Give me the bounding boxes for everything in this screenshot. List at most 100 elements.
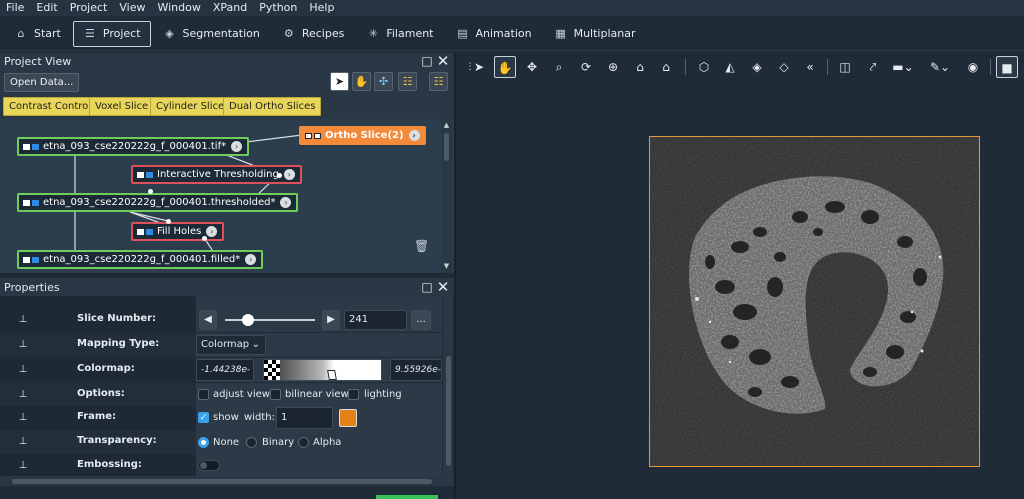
- node-thresholded[interactable]: etna_093_cse220222g_f_000401.thresholded…: [17, 193, 299, 212]
- visibility-toggle-icon[interactable]: [23, 199, 30, 206]
- menu-window[interactable]: Window: [151, 0, 206, 16]
- cylinder-slice-button[interactable]: Cylinder Slice: [150, 97, 231, 116]
- slice-number-field[interactable]: 241: [344, 310, 407, 330]
- menu-project[interactable]: Project: [64, 0, 114, 16]
- pin-icon[interactable]: ⊥: [18, 338, 28, 351]
- chevron-right-icon[interactable]: ›: [283, 169, 295, 180]
- tab-multiplanar[interactable]: ▦ Multiplanar: [544, 21, 646, 47]
- transparency-alpha-radio[interactable]: [298, 437, 309, 448]
- visibility-toggle-icon[interactable]: [137, 171, 144, 178]
- voxel-slice-button[interactable]: Voxel Slice: [89, 97, 155, 116]
- set-home-icon[interactable]: ⌂: [655, 56, 677, 78]
- pin-icon[interactable]: ⊥: [18, 411, 28, 424]
- visibility-toggle-icon[interactable]: [23, 143, 30, 150]
- node-fill-holes[interactable]: Fill Holes ›: [131, 222, 225, 241]
- connection-port[interactable]: [148, 189, 153, 194]
- lighting-checkbox[interactable]: [348, 389, 359, 400]
- view-yz-icon[interactable]: ◇: [773, 56, 795, 78]
- slice-more-button[interactable]: ...: [411, 310, 431, 330]
- slice-slider-track[interactable]: [225, 319, 315, 321]
- open-data-button[interactable]: Open Data...: [4, 73, 80, 92]
- colormap-max-field[interactable]: 9.55926e-4: [390, 359, 442, 381]
- select-pointer-icon[interactable]: ➤: [330, 72, 349, 91]
- float-panel-icon[interactable]: □: [420, 54, 434, 68]
- scroll-down-icon[interactable]: ▼: [442, 262, 451, 271]
- tree-view-icon[interactable]: ☷: [398, 72, 417, 91]
- close-icon[interactable]: ✕: [436, 54, 450, 69]
- contrast-control-button[interactable]: Contrast Control: [3, 97, 98, 116]
- tab-segmentation[interactable]: ◈ Segmentation: [153, 21, 270, 47]
- pin-icon[interactable]: ⊥: [18, 388, 28, 401]
- scrollbar-thumb[interactable]: [12, 479, 432, 484]
- trash-icon[interactable]: 🗑: [414, 239, 429, 253]
- rotate-view-icon[interactable]: «: [799, 56, 821, 78]
- menu-xpand[interactable]: XPand: [207, 0, 253, 16]
- view-xz-icon[interactable]: ◈: [746, 56, 768, 78]
- menu-help[interactable]: Help: [303, 0, 340, 16]
- tab-recipes[interactable]: ⚙ Recipes: [272, 21, 355, 47]
- tab-start[interactable]: ⌂ Start: [4, 21, 71, 47]
- create-object-icon[interactable]: ✣: [374, 72, 393, 91]
- slice-slider-handle[interactable]: [241, 314, 254, 326]
- output-port[interactable]: [202, 236, 207, 241]
- close-icon[interactable]: ✕: [436, 280, 450, 295]
- embossing-toggle[interactable]: [198, 460, 220, 471]
- chevron-right-icon[interactable]: ›: [231, 141, 243, 152]
- scrollbar-thumb[interactable]: [446, 356, 451, 466]
- transparency-none-radio[interactable]: [198, 437, 209, 448]
- snapshot-icon[interactable]: ◉: [962, 56, 984, 78]
- menu-python[interactable]: Python: [253, 0, 303, 16]
- pin-icon[interactable]: ⊥: [18, 313, 28, 326]
- zoom-icon[interactable]: ⌕: [548, 56, 570, 78]
- home-view-icon[interactable]: ⌂: [629, 56, 651, 78]
- menu-file[interactable]: File: [0, 0, 30, 16]
- dual-ortho-slices-button[interactable]: Dual Ortho Slices: [223, 97, 322, 116]
- colormap-min-field[interactable]: -1.44238e-4: [196, 359, 254, 395]
- viewer-3d[interactable]: [456, 82, 1024, 499]
- bilinear-view-checkbox[interactable]: [270, 389, 281, 400]
- node-tif[interactable]: etna_093_cse220222g_f_000401.tif* ›: [17, 137, 250, 156]
- slice-prev-button[interactable]: ◀: [199, 310, 217, 330]
- chevron-right-icon[interactable]: ›: [280, 197, 292, 208]
- graph-scrollbar[interactable]: ▲ ▼: [441, 119, 452, 273]
- layout-icon[interactable]: ☷: [429, 72, 448, 91]
- project-graph[interactable]: etna_093_cse220222g_f_000401.tif* › Orth…: [0, 119, 454, 273]
- properties-scrollbar[interactable]: [443, 296, 453, 476]
- chevron-right-icon[interactable]: ›: [245, 254, 257, 265]
- chevron-right-icon[interactable]: ›: [206, 226, 218, 237]
- properties-horizontal-scrollbar[interactable]: [0, 476, 454, 486]
- translate-icon[interactable]: ✥: [521, 56, 543, 78]
- colormap-editor[interactable]: [263, 359, 382, 381]
- rotate-icon[interactable]: ⟳: [575, 56, 597, 78]
- transparency-binary-radio[interactable]: [246, 437, 257, 448]
- menu-view[interactable]: View: [113, 0, 151, 16]
- view-xy-icon[interactable]: ◭: [719, 56, 741, 78]
- adjust-view-checkbox[interactable]: [198, 389, 209, 400]
- orthographic-icon[interactable]: ⬡: [693, 56, 715, 78]
- visibility-toggle-icon[interactable]: [23, 256, 30, 263]
- float-panel-icon[interactable]: □: [420, 280, 434, 294]
- visibility-toggle-icon[interactable]: [137, 228, 144, 235]
- pin-icon[interactable]: ⊥: [18, 363, 28, 376]
- tab-filament[interactable]: ✳ Filament: [356, 21, 443, 47]
- color-picker-icon[interactable]: ✎⌄: [926, 56, 954, 78]
- measurement-icon[interactable]: ▬⌄: [889, 56, 917, 78]
- pointer-icon[interactable]: ➤: [468, 56, 490, 78]
- frame-width-field[interactable]: 1: [276, 407, 333, 429]
- pin-icon[interactable]: ⊥: [18, 459, 28, 472]
- tab-project[interactable]: ☰ Project: [72, 20, 151, 47]
- node-filled[interactable]: etna_093_cse220222g_f_000401.filled* ›: [17, 250, 264, 269]
- pin-icon[interactable]: ⊥: [18, 435, 28, 448]
- layout-single-icon[interactable]: ■: [996, 56, 1018, 78]
- mapping-type-select[interactable]: Colormap ⌄: [196, 335, 266, 355]
- stereo-icon[interactable]: ◫: [834, 56, 856, 78]
- tab-animation[interactable]: ▤ Animation: [446, 21, 542, 47]
- menu-edit[interactable]: Edit: [30, 0, 63, 16]
- seek-icon[interactable]: ⊕: [602, 56, 624, 78]
- slice-next-button[interactable]: ▶: [322, 310, 340, 330]
- frame-show-checkbox[interactable]: ✓: [198, 412, 209, 423]
- output-port[interactable]: [277, 173, 282, 178]
- chevron-right-icon[interactable]: ›: [408, 130, 420, 141]
- connection-port[interactable]: [166, 219, 171, 224]
- probe-icon[interactable]: ⤤: [862, 56, 884, 78]
